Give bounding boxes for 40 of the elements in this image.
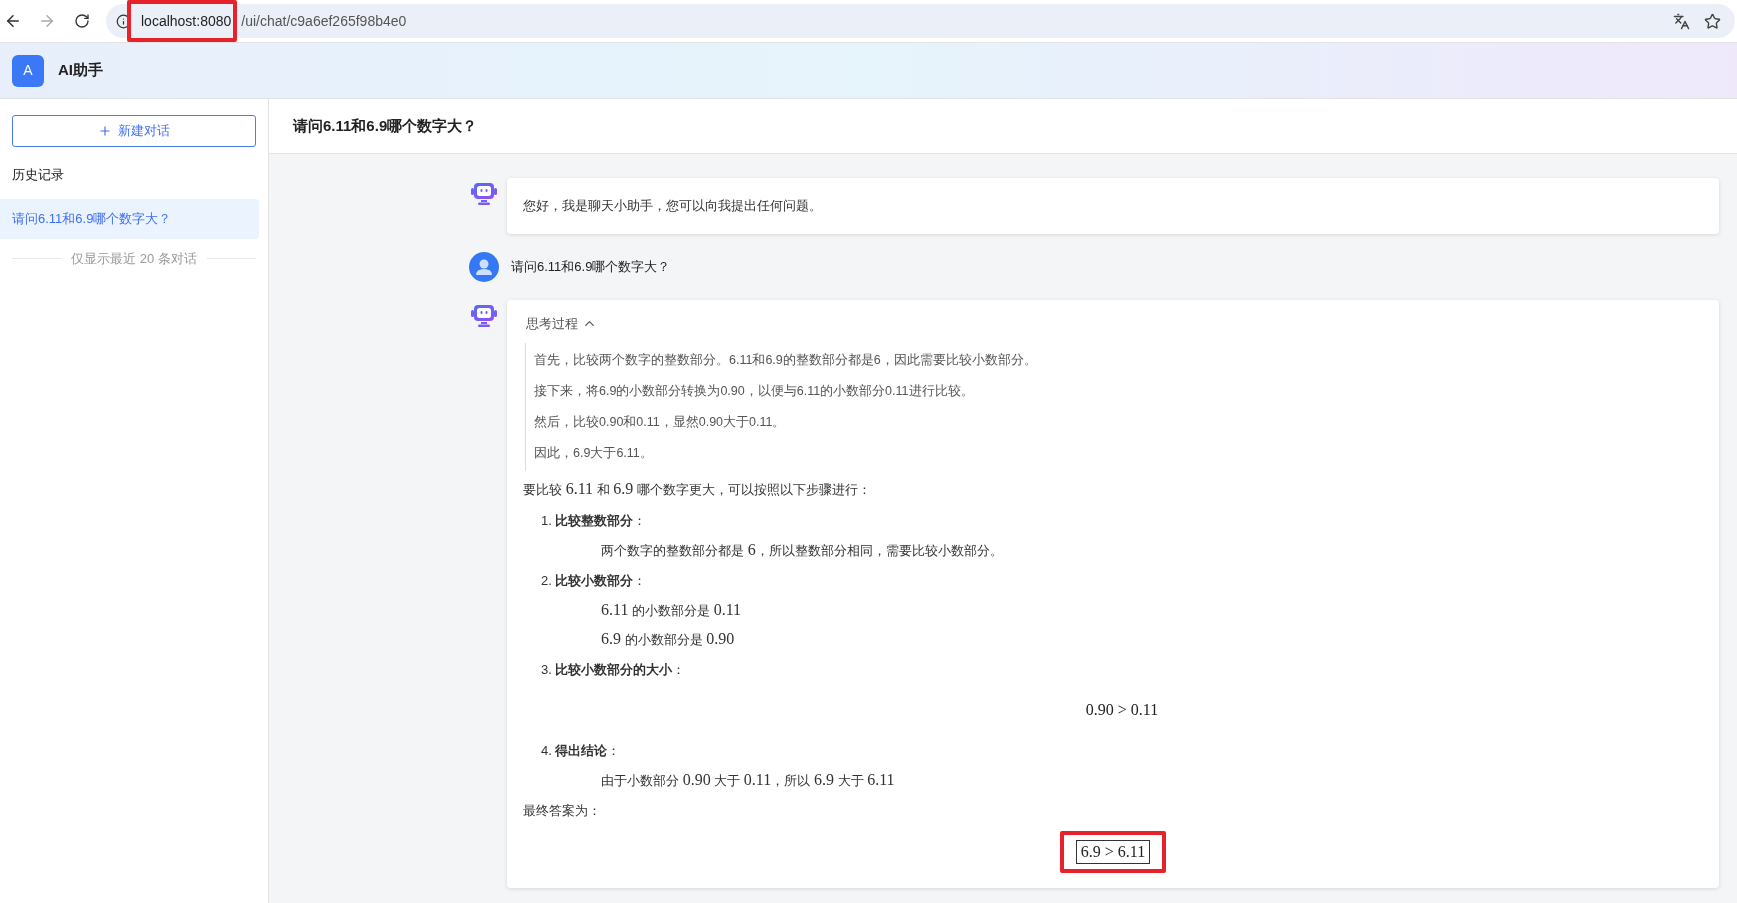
list-number: 4.	[541, 742, 553, 760]
step-heading: 比较整数部分：	[555, 512, 646, 530]
list-number: 1.	[541, 512, 553, 530]
reload-icon[interactable]	[74, 13, 90, 29]
answer-line: 6.11 的小数部分是 0.11	[600, 600, 743, 620]
app-logo: A	[12, 54, 44, 87]
translate-icon[interactable]	[1673, 12, 1690, 30]
step-heading: 得出结论：	[555, 742, 620, 760]
step-heading: 比较小数部分：	[555, 572, 646, 590]
history-item[interactable]: 请问6.11和6.9哪个数字大？	[0, 198, 259, 239]
answer-paragraph: 要比较 6.11 和 6.9 哪个数字更大，可以按照以下步骤进行：	[523, 479, 872, 499]
history-limit-note: 仅显示最近 20 条对话	[71, 249, 197, 268]
url-path: /ui/chat/c9a6ef265f98b4e0	[241, 11, 407, 31]
answer-line: 由于小数部分 0.90 大于 0.11，所以 6.9 大于 6.11	[600, 770, 896, 790]
robot-icon	[471, 182, 497, 206]
thinking-line: 首先，比较两个数字的整数部分。6.11和6.9的整数部分都是6，因此需要比较小数部分。	[534, 352, 1038, 369]
assistant-message-card: 您好，我是聊天小助手，您可以向我提出任何问题。	[507, 178, 1719, 234]
boxed-formula: 6.9 > 6.11	[1075, 840, 1151, 864]
back-icon[interactable]	[4, 12, 22, 30]
thinking-toggle[interactable]: 思考过程	[526, 313, 597, 333]
chat-title: 请问6.11和6.9哪个数字大？	[293, 115, 478, 136]
plus-icon	[98, 124, 112, 138]
user-message: 请问6.11和6.9哪个数字大？	[511, 257, 671, 276]
answer-paragraph: 最终答案为：	[523, 802, 602, 820]
thinking-line: 接下来，将6.9的小数部分转换为0.90，以便与6.11的小数部分0.11进行比较。	[534, 383, 975, 400]
robot-icon	[471, 303, 497, 328]
step-heading: 比较小数部分的大小：	[555, 661, 685, 679]
thinking-line: 然后，比较0.90和0.11，显然0.90大于0.11。	[534, 414, 787, 431]
bookmark-star-icon[interactable]	[1704, 12, 1721, 30]
answer-line: 两个数字的整数部分都是 6，所以整数部分相同，需要比较小数部分。	[600, 540, 1004, 560]
thinking-line: 因此，6.9大于6.11。	[534, 445, 654, 462]
list-number: 3.	[541, 661, 553, 679]
formula: 0.90 > 0.11	[1085, 700, 1159, 720]
url-host: localhost:8080	[141, 13, 232, 29]
list-number: 2.	[541, 572, 553, 590]
new-chat-button[interactable]: 新建对话	[12, 115, 256, 147]
history-heading: 历史记录	[12, 166, 65, 184]
app-title: AI助手	[58, 60, 103, 81]
answer-line: 6.9 的小数部分是 0.90	[600, 629, 736, 649]
user-avatar-icon	[469, 251, 499, 282]
